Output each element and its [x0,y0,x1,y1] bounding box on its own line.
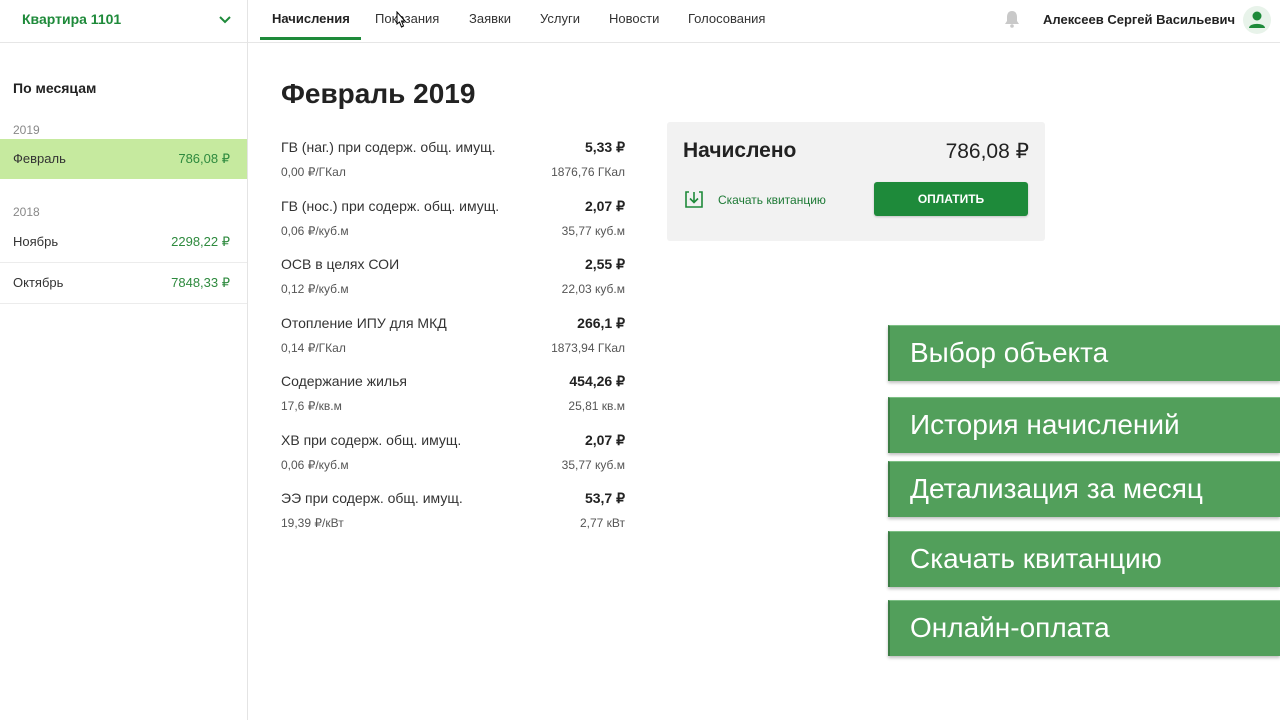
charge-row: ОСВ в целях СОИ 2,55 ₽ 0,12 ₽/куб.м 22,0… [281,256,625,306]
charge-name: ЭЭ при содерж. общ. имущ. [281,490,463,506]
tab-requests[interactable]: Заявки [469,11,511,26]
charge-row: ХВ при содерж. общ. имущ. 2,07 ₽ 0,06 ₽/… [281,432,625,482]
charge-amount: 454,26 ₽ [569,373,625,389]
feature-text: Онлайн-оплата [910,612,1110,643]
feature-text: Детализация за месяц [910,473,1203,504]
tab-charges[interactable]: Начисления [272,11,350,26]
month-name: Февраль [13,151,66,166]
month-item-november-2018[interactable]: Ноябрь 2298,22 ₽ [0,222,247,263]
feature-text: Выбор объекта [910,337,1109,368]
charge-rate: 0,00 ₽/ГКал [281,165,346,179]
month-item-october-2018[interactable]: Октябрь 7848,33 ₽ [0,263,247,304]
charge-amount: 2,07 ₽ [584,198,625,214]
charge-name: Отопление ИПУ для МКД [281,315,447,331]
charge-volume: 1876,76 ГКал [551,165,625,179]
avatar[interactable] [1243,6,1271,34]
charge-volume: 2,77 кВт [579,516,625,530]
charge-volume: 35,77 куб.м [561,224,625,238]
feature-label-online-payment: Онлайн-оплата [888,600,1280,656]
charge-row: ГВ (наг.) при содерж. общ. имущ. 5,33 ₽ … [281,139,625,189]
charge-row: ЭЭ при содерж. общ. имущ. 53,7 ₽ 19,39 ₽… [281,490,625,540]
feature-label-download-receipt: Скачать квитанцию [888,531,1280,587]
summary-card: Начислено 786,08 ₽ Скачать квитанцию ОПЛ… [667,122,1045,241]
feature-label-charge-history: История начислений [888,397,1280,453]
user-name[interactable]: Алексеев Сергей Васильевич [1043,12,1235,27]
summary-total: 786,08 ₽ [945,140,1029,163]
chevron-down-icon [219,16,231,24]
feature-label-object-selection: Выбор объекта [888,325,1280,381]
charge-rate: 0,06 ₽/куб.м [281,224,349,238]
charge-row: Содержание жилья 454,26 ₽ 17,6 ₽/кв.м 25… [281,373,625,423]
charge-amount: 5,33 ₽ [584,139,625,155]
feature-text: История начислений [910,409,1180,440]
month-sum: 2298,22 ₽ [171,234,230,249]
charge-name: ХВ при содерж. общ. имущ. [281,432,462,448]
charge-row: ГВ (нос.) при содерж. общ. имущ. 2,07 ₽ … [281,198,625,248]
tab-services[interactable]: Услуги [540,11,580,26]
bell-icon[interactable] [1004,10,1020,28]
pay-button[interactable]: ОПЛАТИТЬ [874,182,1028,216]
charge-name: ГВ (наг.) при содерж. общ. имущ. [281,139,496,155]
charge-rate: 17,6 ₽/кв.м [281,399,342,413]
charge-volume: 35,77 куб.м [561,458,625,472]
download-label: Скачать квитанцию [718,193,826,207]
tab-readings[interactable]: Показания [375,11,439,26]
year-label: 2018 [13,205,40,219]
charge-amount: 53,7 ₽ [584,490,625,506]
year-label: 2019 [13,123,40,137]
charge-name: Содержание жилья [281,373,407,389]
charge-volume: 1873,94 ГКал [551,341,625,355]
charge-volume: 22,03 куб.м [561,282,625,296]
page-title: Февраль 2019 [281,78,476,109]
active-tab-indicator [260,37,361,40]
month-name: Октябрь [13,275,64,290]
charge-amount: 2,55 ₽ [584,256,625,272]
charge-amount: 266,1 ₽ [577,315,625,331]
apartment-selector[interactable]: Квартира 1101 [0,0,247,43]
charge-rate: 0,12 ₽/куб.м [281,282,349,296]
user-icon [1249,11,1265,28]
tab-votes[interactable]: Голосования [688,11,765,26]
charge-rate: 0,14 ₽/ГКал [281,341,346,355]
apartment-label: Квартира 1101 [22,11,122,27]
charge-row: Отопление ИПУ для МКД 266,1 ₽ 0,14 ₽/ГКа… [281,315,625,365]
charge-amount: 2,07 ₽ [584,432,625,448]
download-icon [685,191,703,208]
feature-text: Скачать квитанцию [910,543,1162,574]
charge-name: ГВ (нос.) при содерж. общ. имущ. [281,198,500,214]
charge-rate: 19,39 ₽/кВт [281,516,344,530]
charge-name: ОСВ в целях СОИ [281,256,400,272]
sidebar-heading: По месяцам [13,80,97,96]
month-item-february-2019[interactable]: Февраль 786,08 ₽ [0,139,247,179]
month-sum: 786,08 ₽ [178,151,230,166]
top-nav: Начисления Показания Заявки Услуги Новос… [248,0,1280,43]
month-sum: 7848,33 ₽ [171,275,230,290]
sidebar: Квартира 1101 По месяцам 2019 Февраль 78… [0,0,248,720]
month-name: Ноябрь [13,234,59,249]
charge-volume: 25,81 кв.м [568,399,625,413]
summary-title: Начислено [683,139,797,162]
tab-news[interactable]: Новости [609,11,659,26]
charge-rate: 0,06 ₽/куб.м [281,458,349,472]
feature-label-month-details: Детализация за месяц [888,461,1280,517]
